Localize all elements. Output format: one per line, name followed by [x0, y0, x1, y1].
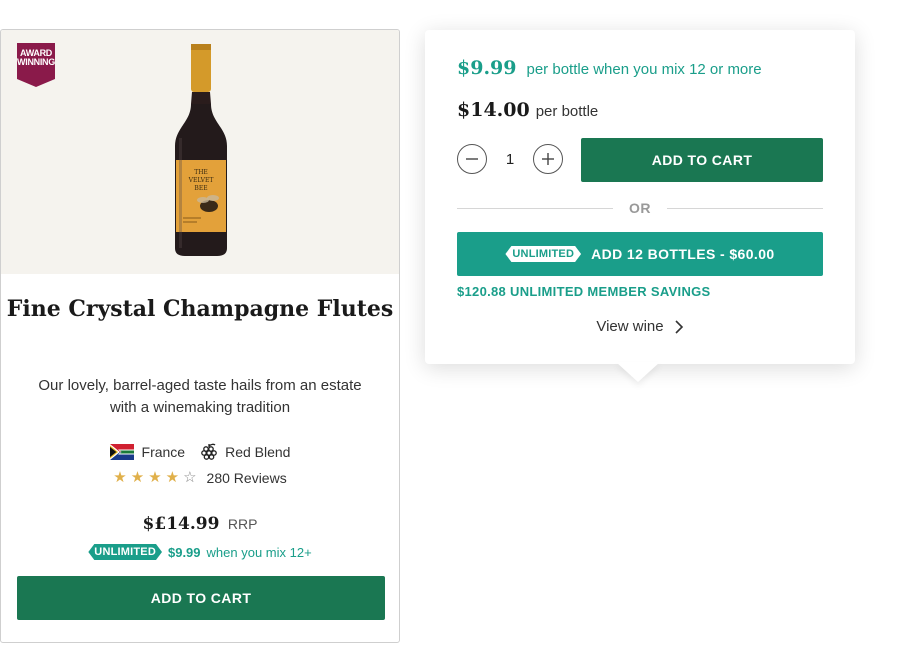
unlimited-tag: UNLIMITED — [88, 544, 162, 560]
south-africa-flag-icon — [109, 444, 134, 460]
rrp-label: RRP — [227, 516, 258, 532]
product-card[interactable]: AWARD WINNING THE VELVET BEE Fine Crysta… — [0, 29, 400, 643]
award-badge-icon: AWARD WINNING — [17, 43, 55, 87]
product-image-area[interactable]: AWARD WINNING THE VELVET BEE — [1, 30, 399, 274]
bottle-label-line2: VELVET — [188, 177, 214, 184]
or-divider: OR — [457, 198, 823, 218]
mix-text: per bottle when you mix 12 or more — [526, 61, 762, 78]
bottle-price-line: $14.00 per bottle — [457, 99, 598, 121]
promo-price: $9.99 — [167, 544, 201, 560]
rating-row[interactable]: ★ ★ ★ ★ ☆ 280 Reviews — [1, 470, 399, 487]
product-description: Our lovely, barrel-aged taste hails from… — [38, 377, 362, 416]
star-empty-icon: ☆ — [183, 469, 197, 486]
minus-icon — [466, 158, 478, 160]
product-title[interactable]: Fine Crystal Champagne Flutes — [1, 296, 399, 322]
product-meta: France Red Blend — [1, 443, 399, 461]
add-12-bottles-button[interactable]: UNLIMITED ADD 12 BOTTLES - $60.00 — [457, 232, 823, 276]
divider-line — [457, 207, 613, 209]
reviews-link[interactable]: 280 Reviews — [207, 470, 287, 486]
grape-name: Red Blend — [225, 444, 291, 460]
mix-price-line: $9.99 per bottle when you mix 12 or more — [457, 57, 762, 79]
price: $£14.99 — [142, 514, 220, 534]
star-icon: ★ — [148, 469, 162, 486]
country-info: France — [109, 444, 186, 460]
bundle-label: ADD 12 BOTTLES - $60.00 — [591, 246, 775, 262]
star-rating: ★ ★ ★ ★ ☆ — [113, 470, 196, 486]
price-row: $£14.99 RRP — [1, 514, 399, 534]
decrease-quantity-button[interactable] — [457, 144, 487, 174]
badge-line2: WINNING — [17, 57, 55, 67]
bottle-price: $14.00 — [457, 99, 530, 121]
star-icon: ★ — [113, 469, 127, 486]
add-to-cart-button[interactable]: ADD TO CART — [17, 576, 385, 620]
plus-icon — [542, 153, 554, 165]
increase-quantity-button[interactable] — [533, 144, 563, 174]
bottle-price-text: per bottle — [535, 103, 599, 120]
grape-icon — [201, 443, 217, 460]
grape-info: Red Blend — [201, 443, 290, 461]
view-wine-link[interactable]: View wine — [425, 318, 855, 335]
unlimited-promo: UNLIMITED $9.99 when you mix 12+ — [1, 544, 399, 560]
mix-price: $9.99 — [457, 57, 517, 79]
popover-arrow — [616, 362, 660, 382]
country-name: France — [141, 444, 186, 460]
or-label: OR — [629, 200, 651, 216]
quantity-stepper[interactable]: 1 — [457, 144, 563, 174]
bottle-label-line1: THE — [194, 169, 208, 176]
popover-add-to-cart-button[interactable]: ADD TO CART — [581, 138, 823, 182]
quantity-value[interactable]: 1 — [487, 151, 533, 168]
divider-line — [667, 207, 823, 209]
member-savings: $120.88 UNLIMITED MEMBER SAVINGS — [457, 284, 711, 299]
bottle-label-line3: BEE — [194, 185, 207, 192]
promo-text: when you mix 12+ — [206, 544, 312, 560]
star-icon: ★ — [165, 469, 180, 486]
view-wine-label[interactable]: View wine — [596, 318, 663, 335]
star-icon: ★ — [130, 469, 145, 486]
quick-buy-popover: $9.99 per bottle when you mix 12 or more… — [425, 30, 855, 364]
unlimited-tag: UNLIMITED — [505, 246, 581, 262]
wine-bottle-image: THE VELVET BEE — [171, 42, 231, 263]
chevron-right-icon — [675, 319, 683, 334]
